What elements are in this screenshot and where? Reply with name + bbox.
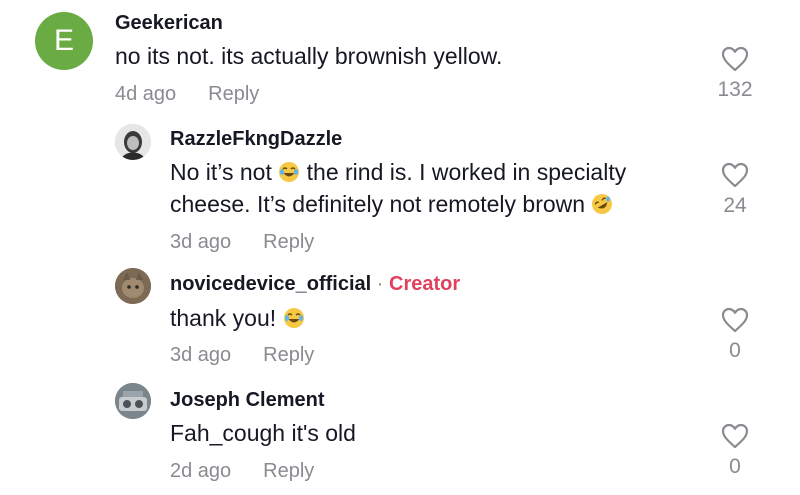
like-button[interactable]: 0	[705, 423, 765, 479]
comment-username[interactable]: RazzleFkngDazzle	[170, 128, 342, 151]
like-button[interactable]: 0	[705, 307, 765, 363]
comment-meta: 3d ago Reply	[170, 344, 314, 367]
comment-username[interactable]: Joseph Clement	[170, 389, 324, 412]
comment-text-segment: thank you!	[170, 305, 277, 331]
heart-outline-icon	[721, 46, 749, 72]
comment-text-segment: cheese. It’s definitely not remotely bro…	[170, 191, 586, 217]
like-count: 0	[729, 455, 741, 478]
avatar[interactable]	[115, 124, 151, 160]
reply-button[interactable]: Reply	[263, 344, 314, 366]
comment-item: novicedevice_official · Creator thank yo…	[0, 260, 800, 380]
reply-button[interactable]: Reply	[263, 231, 314, 253]
comment-meta: 3d ago Reply	[170, 231, 314, 254]
heart-outline-icon	[721, 307, 749, 333]
comment-age: 3d ago	[170, 344, 232, 366]
comment-username[interactable]: Geekerican	[115, 12, 223, 35]
heart-outline-icon	[721, 162, 749, 188]
comment-age: 3d ago	[170, 231, 232, 253]
like-button[interactable]: 24	[705, 162, 765, 218]
comment-text-line: cheese. It’s definitely not remotely bro…	[170, 188, 613, 220]
comment-meta: 2d ago Reply	[170, 460, 314, 483]
avatar-photo	[115, 268, 151, 304]
comment-item: RazzleFkngDazzle No it’s not the rind is…	[0, 120, 800, 260]
comment-text: no its not. its actually brownish yellow…	[115, 43, 503, 69]
creator-badge: Creator	[389, 273, 461, 295]
creator-separator: ·	[376, 273, 384, 295]
reply-button[interactable]: Reply	[208, 83, 259, 105]
comment-text-segment: No it’s not	[170, 159, 272, 185]
comment-item: E Geekerican no its not. its actually br…	[0, 0, 800, 120]
avatar[interactable]	[115, 268, 151, 304]
comment-username-text[interactable]: novicedevice_official	[170, 273, 371, 295]
like-count: 24	[723, 194, 747, 217]
avatar-photo	[115, 383, 151, 419]
comment-text: Fah_cough it's old	[170, 420, 356, 446]
comment-text-segment: the rind is. I worked in specialty	[306, 159, 627, 185]
face-with-tears-of-joy-emoji	[283, 308, 304, 328]
like-count: 0	[729, 339, 741, 362]
comment-age: 4d ago	[115, 83, 177, 105]
reply-button[interactable]: Reply	[263, 460, 314, 482]
comment-age: 2d ago	[170, 460, 232, 482]
avatar-photo	[115, 124, 151, 160]
comment-username: novicedevice_official · Creator	[170, 273, 460, 296]
avatar[interactable]	[115, 383, 151, 419]
heart-outline-icon	[721, 423, 749, 449]
comment-text-line: No it’s not the rind is. I worked in spe…	[170, 156, 626, 188]
comment-meta: 4d ago Reply	[115, 83, 259, 106]
comment-item: Joseph Clement Fah_cough it's old 2d ago…	[0, 378, 800, 495]
rolling-on-floor-laughing-emoji	[592, 194, 613, 214]
avatar[interactable]: E	[35, 12, 93, 70]
avatar-letter: E	[53, 24, 74, 57]
like-count: 132	[717, 78, 753, 101]
comment-text-line: thank you!	[170, 302, 305, 334]
like-button[interactable]: 132	[705, 46, 765, 102]
face-with-tears-of-joy-emoji	[279, 162, 300, 182]
